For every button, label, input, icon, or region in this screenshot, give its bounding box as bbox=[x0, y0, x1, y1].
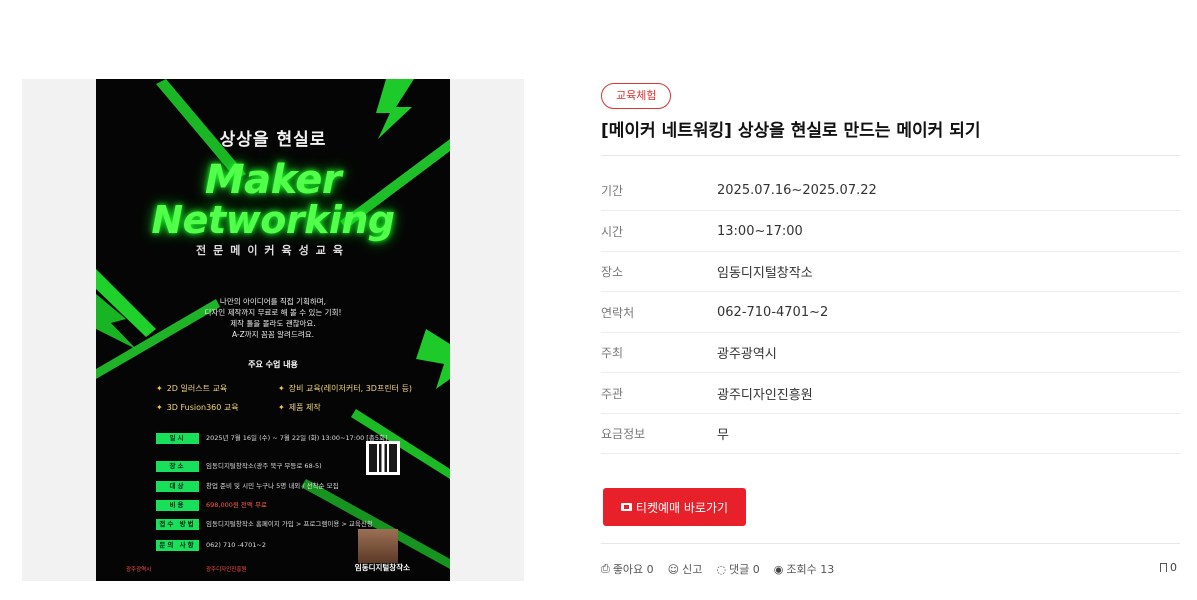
info-row-fee: 요금정보 무 bbox=[601, 414, 1180, 454]
bookmark-button[interactable]: 0 bbox=[1160, 561, 1177, 574]
sparkle-icon: ✦ bbox=[278, 403, 285, 412]
poster-info-row: 문의 사항 062) 710 -4701~2 bbox=[156, 540, 266, 552]
poster-frame: 상상을 현실로 Maker Networking 전문메이커육성교육 나만의 아… bbox=[22, 79, 524, 581]
org-logo-design: 광주디자인진흥원 bbox=[206, 567, 247, 573]
poster-intro-line: 나만의 아이디어를 직접 기획하며, bbox=[219, 297, 327, 306]
divider bbox=[601, 155, 1180, 156]
poster-intro-line: 제작 툴을 몰라도 괜찮아요. bbox=[230, 319, 316, 328]
poster-info-row: 대상 창업 준비 및 시민 누구나 5명 내외 / 선착순 모집 bbox=[156, 481, 339, 493]
info-row-host: 주최 광주광역시 bbox=[601, 333, 1180, 373]
poster-course-item: ✦ 2D 일러스트 교육 bbox=[156, 384, 228, 393]
ticket-booking-button[interactable]: 티켓예매 바로가기 bbox=[603, 488, 746, 526]
poster-intro-line: 디자인 제작까지 무료로 해 볼 수 있는 기회! bbox=[204, 308, 342, 317]
views-count: ◉ 조회수 13 bbox=[773, 562, 835, 577]
smile-icon: ☺ bbox=[667, 562, 680, 576]
poster-subtitle: 상상을 현실로 bbox=[219, 130, 327, 150]
action-bar: ⎙ 좋아요 0 ☺ 신고 ◌ 댓글 0 ◉ 조회수 13 bbox=[601, 561, 834, 577]
comment-button[interactable]: ◌ 댓글 0 bbox=[716, 561, 759, 577]
info-row-time: 시간 13:00~17:00 bbox=[601, 212, 1180, 252]
thumbs-up-icon: ⎙ bbox=[601, 562, 610, 575]
report-button[interactable]: ☺ 신고 bbox=[668, 561, 703, 577]
poster-info-row: 일시 2025년 7월 16일 (수) ~ 7월 22일 (화) 13:00~17… bbox=[156, 433, 387, 445]
event-poster: 상상을 현실로 Maker Networking 전문메이커육성교육 나만의 아… bbox=[96, 79, 450, 581]
info-row-location: 장소 임동디지털창작소 bbox=[601, 252, 1180, 292]
ticket-icon bbox=[620, 503, 632, 511]
poster-title-line1: Maker bbox=[204, 157, 342, 203]
bookmark-icon bbox=[1160, 563, 1167, 572]
sparkle-icon: ✦ bbox=[156, 403, 163, 412]
poster-title-line2: Networking bbox=[151, 198, 395, 242]
building-image bbox=[358, 529, 398, 563]
poster-course-item: ✦ 3D Fusion360 교육 bbox=[156, 403, 239, 412]
divider bbox=[601, 543, 1180, 544]
poster-course-item: ✦ 장비 교육(레이저커터, 3D프린터 등) bbox=[278, 384, 413, 393]
poster-info-row: 장소 임동디지털창작소(광주 북구 무등로 68-5) bbox=[156, 461, 322, 473]
poster-info-row: 비용 698,000원 전액 무료 bbox=[156, 500, 267, 512]
poster-section-label: 주요 수업 내용 bbox=[248, 360, 298, 369]
category-badge: 교육체험 bbox=[601, 83, 672, 109]
qr-code bbox=[366, 441, 400, 475]
poster-course-title: 전문메이커육성교육 bbox=[195, 244, 351, 257]
venue-logo: 임동디지털창작소 bbox=[354, 563, 410, 572]
like-button[interactable]: ⎙ 좋아요 0 bbox=[601, 561, 654, 577]
poster-info-row: 접수 방법 임동디지털창작소 홈페이지 가입 > 프로그램이용 > 교육신청 bbox=[156, 519, 373, 531]
ticket-booking-label: 티켓예매 바로가기 bbox=[635, 500, 729, 515]
poster-intro-line: A-Z까지 꼼꼼 알려드려요. bbox=[231, 330, 315, 339]
comment-icon: ◌ bbox=[716, 562, 726, 576]
info-row-contact: 연락처 062-710-4701~2 bbox=[601, 293, 1180, 333]
info-row-organizer: 주관 광주디자인진흥원 bbox=[601, 374, 1180, 414]
org-logo-gwangju: 광주광역시 bbox=[126, 567, 152, 573]
page-title: [메이커 네트워킹] 상상을 현실로 만드는 메이커 되기 bbox=[601, 121, 981, 141]
sparkle-icon: ✦ bbox=[156, 384, 163, 393]
info-row-period: 기간 2025.07.16~2025.07.22 bbox=[601, 171, 1180, 211]
poster-course-item: ✦ 제품 제작 bbox=[278, 403, 321, 412]
poster-intro: 나만의 아이디어를 직접 기획하며, 디자인 제작까지 무료로 해 볼 수 있는… bbox=[96, 296, 450, 340]
eye-icon: ◉ bbox=[773, 562, 784, 576]
sparkle-icon: ✦ bbox=[278, 384, 285, 393]
